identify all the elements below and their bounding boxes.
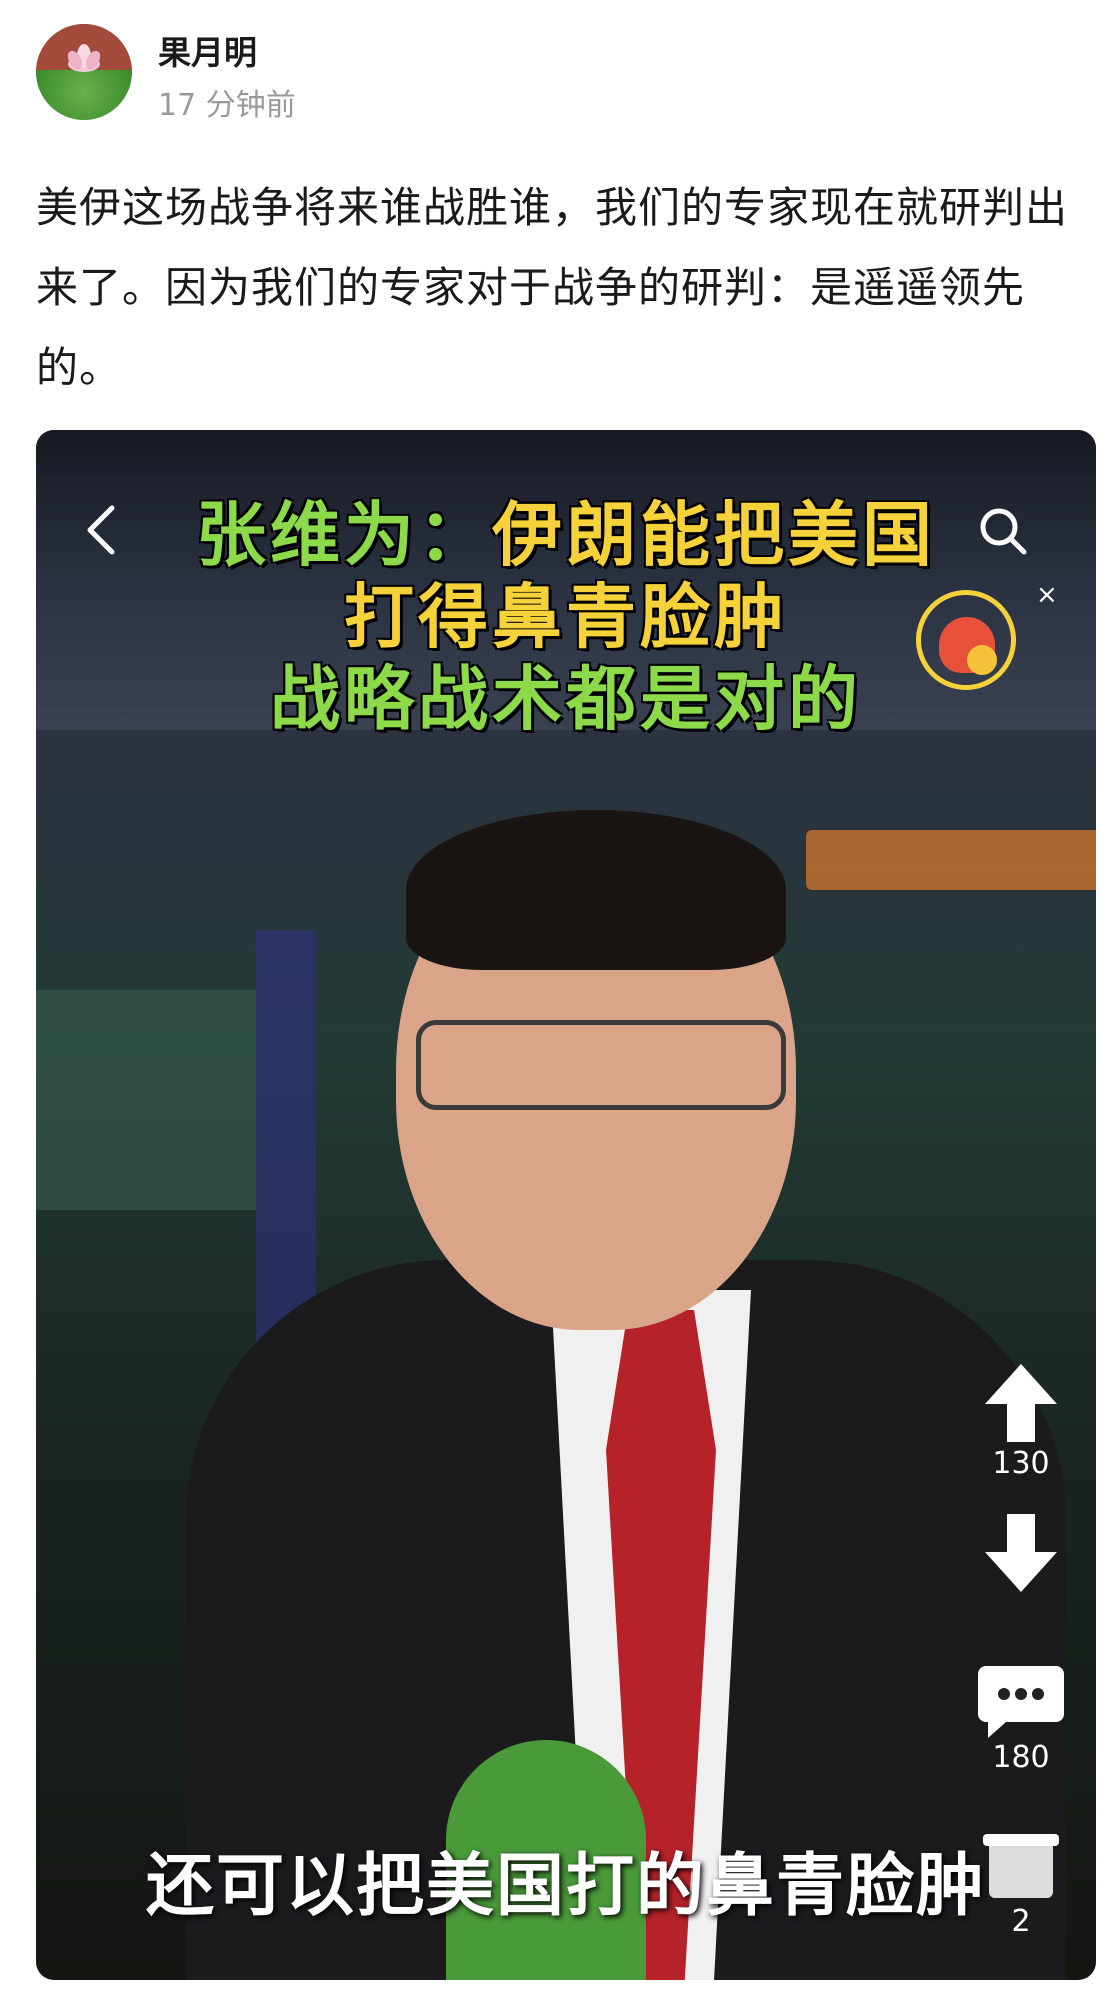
comment-button[interactable]: 180 xyxy=(966,1660,1076,1775)
avatar[interactable] xyxy=(36,24,132,120)
video-title-segment: 伊朗能把美国 xyxy=(492,494,936,576)
author-name[interactable]: 果月明 xyxy=(158,26,257,74)
upvote-button[interactable]: 130 xyxy=(966,1360,1076,1481)
upvote-count: 130 xyxy=(992,1446,1050,1481)
share-button[interactable]: 2 xyxy=(966,1820,1076,1939)
comment-icon xyxy=(966,1660,1076,1740)
post-time: 17 分钟前 xyxy=(158,88,296,123)
red-packet-icon[interactable] xyxy=(916,590,1016,690)
video-background-panel xyxy=(36,990,256,1210)
search-icon[interactable] xyxy=(976,504,1030,558)
glasses xyxy=(416,1020,786,1110)
video-title-segment: 打得鼻青脸肿 xyxy=(344,576,788,658)
share-count: 2 xyxy=(1011,1904,1031,1939)
video-title-line-1: 张维为：伊朗能把美国 xyxy=(36,494,1096,576)
post-header: 果月明 17 分钟前 xyxy=(36,22,1076,123)
person-hair xyxy=(406,810,786,970)
video-title-segment: 张维为： xyxy=(196,494,492,576)
video-subtitle: 还可以把美国打的鼻青脸肿 xyxy=(145,1847,986,1926)
arrow-up-icon xyxy=(966,1360,1076,1446)
lotus-icon xyxy=(67,44,101,72)
comment-count: 180 xyxy=(992,1740,1050,1775)
close-icon[interactable]: × xyxy=(1036,580,1058,610)
arrow-down-icon xyxy=(966,1510,1076,1596)
post-text: 美伊这场战争将来谁战胜谁，我们的专家现在就研判出来了。因为我们的专家对于战争的研… xyxy=(36,183,1069,392)
red-packet-coin xyxy=(967,645,997,675)
video-title-segment: 战略战术都是对的 xyxy=(270,658,862,740)
video-card[interactable]: 张维为：伊朗能把美国 打得鼻青脸肿 战略战术都是对的 × 还可以把美国打的鼻青脸… xyxy=(36,430,1096,1980)
share-icon xyxy=(966,1820,1076,1904)
downvote-button[interactable] xyxy=(966,1510,1076,1596)
video-background-light xyxy=(806,830,1096,890)
